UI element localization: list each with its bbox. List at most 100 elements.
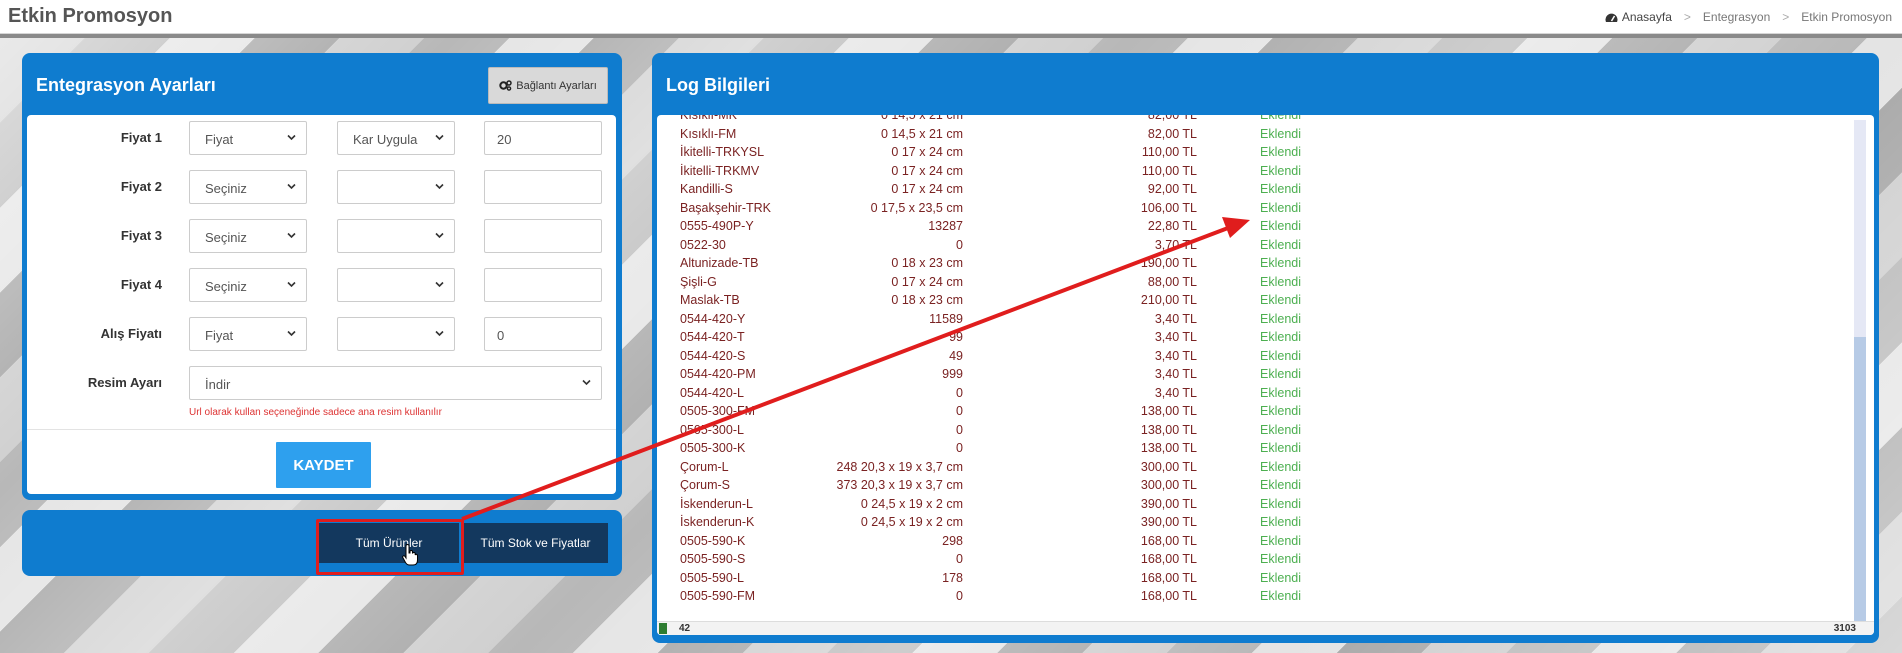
settings-form: Fiyat 1 Fiyat Kar Uygula 20 Fiyat 2 Seçi… [27,115,616,494]
log-price: 3,40 TL [1154,330,1197,344]
log-product-code: Maslak-TB [680,293,740,307]
price-source-select[interactable]: Seçiniz [189,268,307,302]
log-row: 0505-590-FM 0 168,00 TL Eklendi [657,587,1847,606]
log-price: 168,00 TL [1140,533,1197,548]
log-status: Eklendi [1260,126,1301,141]
chevron-down-icon [287,281,296,288]
log-price: 300,00 TL [1140,478,1197,492]
image-setting-hint: Url olarak kullan seçeneğinde sadece ana… [189,407,442,418]
log-stock-size: 0 14,5 x 21 cm [881,115,963,122]
integration-settings-panel: Entegrasyon Ayarları Bağlantı Ayarları F… [22,53,622,500]
log-product-code: Şişli-G [680,274,717,289]
log-price: 88,00 TL [1147,274,1197,289]
breadcrumb: Anasayfa > Entegrasyon > Etkin Promosyon [1605,10,1892,24]
log-product-code: 0505-590-FM [680,589,756,603]
price-source-select[interactable]: Seçiniz [189,219,307,253]
price-value-input[interactable] [484,170,602,204]
log-row: 0544-420-PM 999 3,40 TL Eklendi [657,365,1847,384]
price-value-input[interactable] [484,268,602,302]
log-stock-size: 0 17 x 24 cm [891,163,963,178]
log-row: Maslak-TB 0 18 x 23 cm 210,00 TL Eklendi [657,291,1847,310]
log-product-code: 0544-420-T [680,330,745,344]
log-product-code: Altunizade-TB [680,256,759,270]
form-label: Fiyat 2 [120,179,162,194]
form-row-image-setting: Resim Ayarı İndir [27,366,616,400]
log-row: Çorum-L 248 20,3 x 19 x 3,7 cm 300,00 TL Ek… [657,458,1847,477]
log-price: 22,80 TL [1147,219,1197,233]
settings-title: Entegrasyon Ayarları [36,75,216,95]
select-value: Kar Uygula [353,132,418,147]
price-rule-select[interactable] [337,219,455,253]
price-rule-select[interactable] [337,317,455,351]
breadcrumb-home[interactable]: Anasayfa [1605,10,1672,24]
log-stock-size: 0 [956,441,963,455]
chevron-down-icon [435,134,444,141]
connection-settings-button[interactable]: Bağlantı Ayarları [488,67,608,104]
image-setting-select[interactable]: İndir [189,366,602,400]
log-status: Eklendi [1260,478,1301,492]
log-product-code: Başakşehir-TRK [680,200,771,215]
select-value: Fiyat [205,328,234,343]
log-product-code: Kısıklı-MK [680,115,737,122]
log-product-code: Çorum-L [680,459,729,474]
form-label: Fiyat 3 [120,228,162,243]
save-button[interactable]: KAYDET [276,442,371,488]
log-price: 190,00 TL [1140,256,1197,270]
chevron-down-icon [287,183,296,190]
hand-cursor-icon [402,544,418,566]
log-row: 0555-490P-Y 13287 22,80 TL Eklendi [657,217,1847,236]
breadcrumb-item-entegrasyon[interactable]: Entegrasyon [1703,10,1770,24]
log-price: 390,00 TL [1140,496,1197,511]
log-stock-size: 0 [956,422,963,437]
form-row-fiyat-4: Fiyat 4 Seçiniz [27,268,616,302]
log-price: 3,40 TL [1154,367,1197,381]
log-area[interactable]: Kısıklı-MK 0 14,5 x 21 cm 82,00 TL Eklendi K… [657,115,1874,635]
log-row: İkitelli-TRKMV 0 17 x 24 cm 110,00 TL Eklen… [657,162,1847,181]
log-price: 3,40 TL [1154,311,1197,326]
log-footer-right-count: 3103 [1833,623,1856,634]
form-row-fiyat-3: Fiyat 3 Seçiniz [27,219,616,253]
log-price: 106,00 TL [1140,200,1197,215]
log-price: 3,40 TL [1154,385,1197,400]
price-value-input[interactable]: 0 [484,317,602,351]
breadcrumb-home-label: Anasayfa [1621,10,1672,24]
log-status: Eklendi [1260,589,1301,603]
price-value-input[interactable] [484,219,602,253]
divider [27,429,616,430]
log-list: Kısıklı-MK 0 14,5 x 21 cm 82,00 TL Eklendi K… [657,115,1847,606]
log-product-code: 0505-590-L [680,570,744,585]
select-value: Fiyat [205,132,234,147]
price-value-input[interactable]: 20 [484,121,602,155]
log-stock-size: 248 20,3 x 19 x 3,7 cm [836,459,963,474]
log-stock-size: 0 [956,552,963,566]
price-rule-select[interactable]: Kar Uygula [337,121,455,155]
form-label: Alış Fiyatı [100,326,162,341]
price-source-select[interactable]: Seçiniz [189,170,307,204]
chevron-down-icon [435,281,444,288]
log-price: 168,00 TL [1140,570,1197,585]
form-row-fiyat-1: Fiyat 1 Fiyat Kar Uygula 20 [27,121,616,155]
log-stock-size: 0 24,5 x 19 x 2 cm [860,515,963,529]
log-row: İskenderun-K 0 24,5 x 19 x 2 cm 390,00 TL E… [657,513,1847,532]
log-product-code: Kandilli-S [680,182,733,196]
log-row: Altunizade-TB 0 18 x 23 cm 190,00 TL Eklend… [657,254,1847,273]
log-price: 138,00 TL [1140,422,1197,437]
log-stock-size: 0 24,5 x 19 x 2 cm [860,496,963,511]
price-rule-select[interactable] [337,170,455,204]
log-row: 0544-420-S 49 3,40 TL Eklendi [657,347,1847,366]
log-product-code: 0544-420-Y [680,311,746,326]
log-scrollbar-thumb[interactable] [1854,337,1866,622]
form-row-fiyat-2: Fiyat 2 Seçiniz [27,170,616,204]
log-status: Eklendi [1260,274,1301,289]
log-row: 0505-590-L 178 168,00 TL Eklendi [657,569,1847,588]
price-rule-select[interactable] [337,268,455,302]
price-source-select[interactable]: Fiyat [189,317,307,351]
price-source-select[interactable]: Fiyat [189,121,307,155]
all-stock-prices-button[interactable]: Tüm Stok ve Fiyatlar [463,523,608,563]
chevron-down-icon [287,330,296,337]
log-price: 82,00 TL [1147,115,1197,122]
log-price: 390,00 TL [1140,515,1197,529]
log-product-code: İkitelli-TRKYSL [680,145,765,159]
log-status: Eklendi [1260,533,1301,548]
log-row: Çorum-S 373 20,3 x 19 x 3,7 cm 300,00 TL Ek… [657,476,1847,495]
